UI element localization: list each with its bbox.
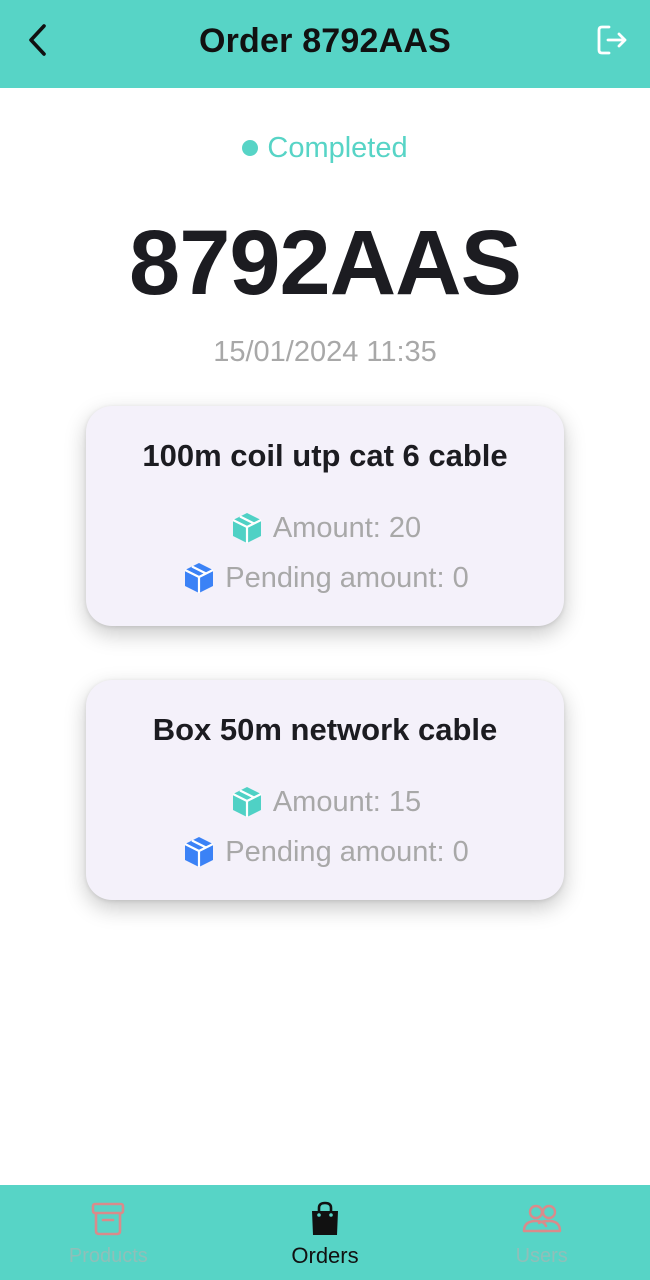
bottom-nav: Products Orders Users — [0, 1185, 650, 1280]
item-pending-amount: Pending amount: 0 — [225, 561, 469, 594]
order-datetime: 15/01/2024 11:35 — [213, 335, 437, 368]
item-amount-row: Amount: 20 — [86, 508, 564, 548]
page-title: Order 8792AAS — [198, 21, 452, 60]
logout-icon — [595, 23, 629, 62]
users-icon — [522, 1199, 562, 1239]
order-item-card[interactable]: 100m coil utp cat 6 cable Amount: 20 Pen… — [86, 406, 564, 626]
order-item-card[interactable]: Box 50m network cable Amount: 15 Pending… — [86, 680, 564, 900]
status-badge: Completed — [0, 128, 650, 168]
logout-button[interactable] — [592, 22, 632, 62]
app-header: Order 8792AAS — [0, 0, 650, 88]
item-name: Box 50m network cable — [152, 712, 498, 747]
nav-label-products: Products — [68, 1245, 148, 1267]
order-code: 8792AAS — [129, 211, 522, 314]
nav-label-orders: Orders — [291, 1243, 359, 1268]
nav-item-orders[interactable]: Orders — [217, 1185, 434, 1280]
nav-item-products[interactable]: Products — [0, 1185, 217, 1280]
status-dot — [242, 140, 259, 156]
item-pending-row: Pending amount: 0 — [86, 832, 564, 872]
nav-label-users: Users — [515, 1245, 568, 1267]
package-icon — [229, 784, 265, 820]
item-amount: Amount: 15 — [272, 785, 422, 818]
status-text: Completed — [267, 131, 408, 164]
shopping-bag-icon — [305, 1199, 345, 1239]
archive-box-icon — [88, 1199, 128, 1239]
package-pending-icon — [181, 560, 217, 596]
item-amount-row: Amount: 15 — [86, 782, 564, 822]
item-pending-row: Pending amount: 0 — [86, 558, 564, 598]
chevron-left-icon — [24, 22, 52, 63]
item-amount: Amount: 20 — [272, 511, 422, 544]
package-icon — [229, 510, 265, 546]
package-pending-icon — [181, 834, 217, 870]
item-name: 100m coil utp cat 6 cable — [142, 438, 508, 473]
order-detail-screen: Order 8792AAS Completed 8792AAS 15/01/20… — [0, 0, 650, 1280]
item-pending-amount: Pending amount: 0 — [225, 835, 469, 868]
nav-item-users[interactable]: Users — [433, 1185, 650, 1280]
back-button[interactable] — [20, 22, 56, 62]
